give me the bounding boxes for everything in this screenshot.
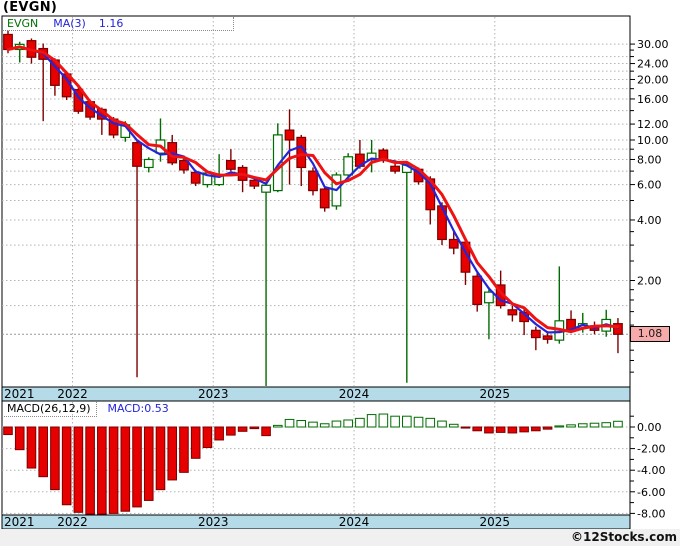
year-band-top [1,386,631,402]
macd-panel [1,400,631,516]
svg-text:-2.00: -2.00 [637,443,665,456]
svg-text:2022: 2022 [57,515,88,529]
price-chart-svg: 30.00 24.00 20.00 16.00 12.00 10.00 8.00 6.00 4.… [1,15,669,530]
svg-text:2025: 2025 [480,387,511,401]
svg-text:20.00: 20.00 [637,73,669,86]
svg-text:24.00: 24.00 [637,58,669,71]
svg-text:4.00: 4.00 [637,214,662,227]
year-band-bottom [1,514,631,530]
macd-legend: MACD(26,12,9) MACD:0.53 [2,402,169,417]
price-axis: 30.00 24.00 20.00 16.00 12.00 10.00 8.00 6.00 4.… [630,38,669,373]
svg-text:2023: 2023 [198,387,229,401]
macd-value-label: MACD:0.53 [107,402,169,415]
svg-text:-4.00: -4.00 [637,464,665,477]
stock-chart-page: 30.00 24.00 20.00 16.00 12.00 10.00 8.00 6.00 4.… [0,0,680,546]
svg-text:8.00: 8.00 [637,153,662,166]
svg-text:6.00: 6.00 [637,179,662,192]
ma-label: MA(3) [53,17,86,30]
ma-value: 1.16 [98,17,124,30]
symbol-label: EVGN [7,17,39,30]
macd-params-label: MACD(26,12,9) [2,402,97,417]
svg-text:30.00: 30.00 [637,38,669,51]
last-price-tag: 1.08 [630,326,670,342]
svg-text:2024: 2024 [339,515,370,529]
svg-text:2021: 2021 [4,515,35,529]
copyright-strip: ©12Stocks.com [0,529,680,546]
svg-text:-6.00: -6.00 [637,486,665,499]
svg-text:-8.00: -8.00 [637,507,665,520]
svg-text:0.00: 0.00 [637,421,662,434]
svg-text:2023: 2023 [198,515,229,529]
macd-axis: 0.00 -2.00 -4.00 -6.00 -8.00 [630,415,665,520]
page-title: (EVGN) [3,0,58,15]
svg-text:2024: 2024 [339,387,370,401]
svg-text:2.00: 2.00 [637,274,662,287]
svg-text:16.00: 16.00 [637,93,669,106]
main-chart-legend: EVGN MA(3) 1.16 [2,17,234,31]
svg-text:2022: 2022 [57,387,88,401]
svg-text:2025: 2025 [480,515,511,529]
copyright-text: ©12Stocks.com [571,530,677,544]
svg-text:10.00: 10.00 [637,134,669,147]
svg-text:2021: 2021 [4,387,35,401]
svg-text:12.00: 12.00 [637,118,669,131]
